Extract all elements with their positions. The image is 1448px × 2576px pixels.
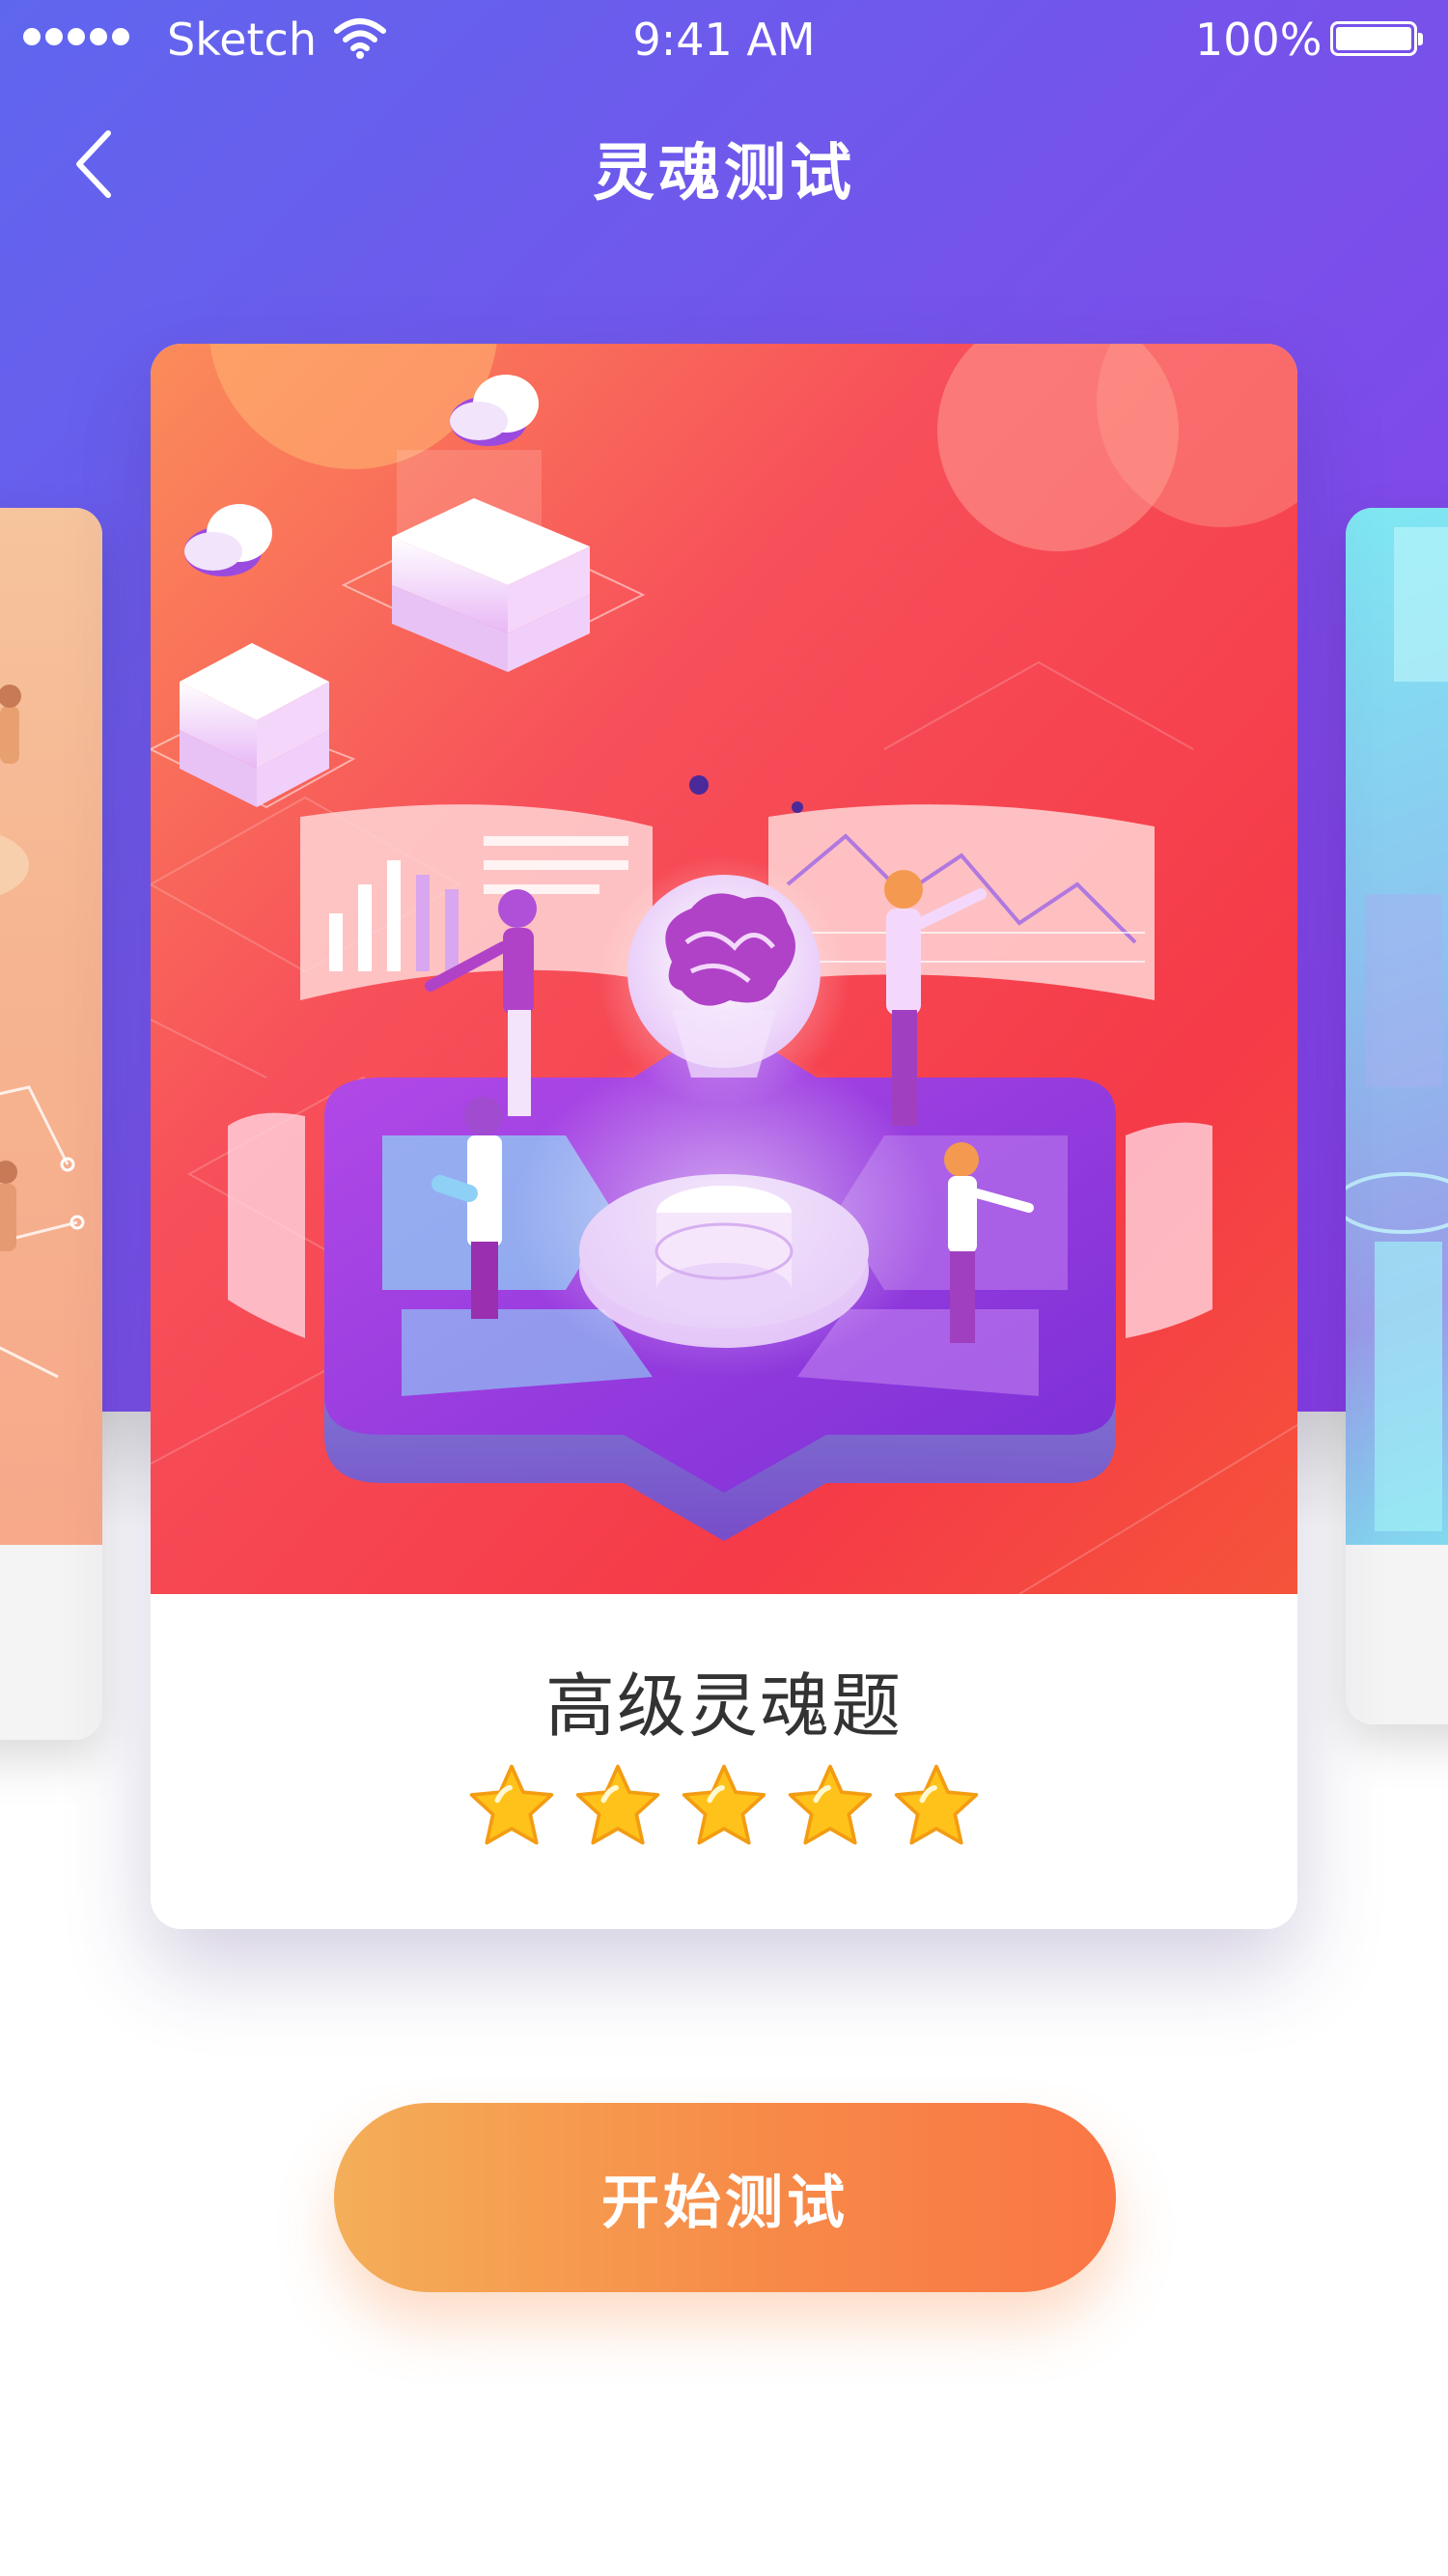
battery-icon	[1330, 21, 1423, 56]
carousel-card-next[interactable]	[1346, 508, 1448, 1724]
star-icon	[788, 1764, 873, 1845]
soul-test-illustration	[151, 344, 1297, 1594]
star-icon	[682, 1764, 766, 1845]
star-icon	[894, 1764, 979, 1845]
star-icon	[575, 1764, 660, 1845]
page-title: 灵魂测试	[593, 138, 855, 210]
start-test-button[interactable]: 开始测试	[334, 2103, 1116, 2292]
card-title: 高级灵魂题	[544, 1666, 903, 1747]
carousel-card-previous[interactable]	[0, 508, 102, 1740]
star-icon	[469, 1764, 554, 1845]
difficulty-rating	[151, 1761, 1297, 1850]
battery-percentage: 100%	[1195, 14, 1323, 66]
status-bar: Sketch 9:41 AM 100%	[0, 0, 1448, 85]
next-card-illustration	[1346, 508, 1448, 1545]
previous-card-illustration	[0, 508, 102, 1545]
test-card[interactable]: 高级灵魂题	[151, 344, 1297, 1929]
